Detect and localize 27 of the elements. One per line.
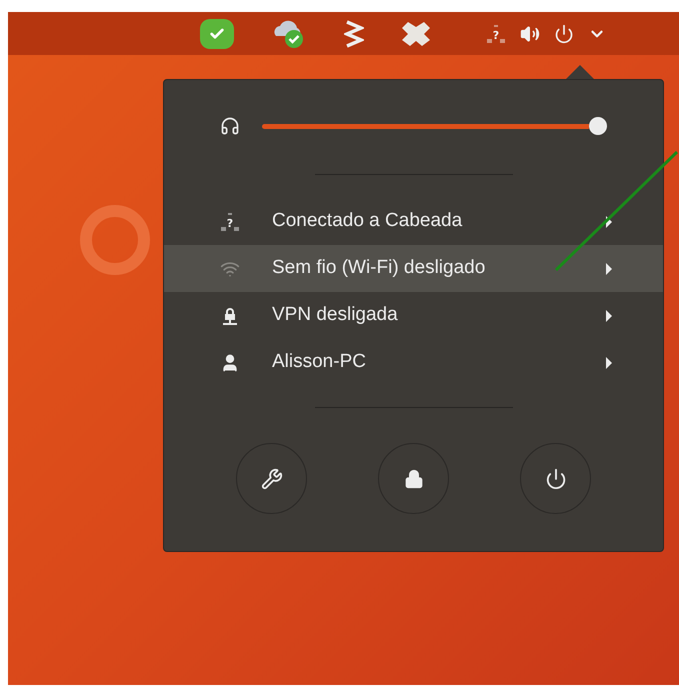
menu-item-label: Sem fio (Wi-Fi) desligado <box>272 256 486 280</box>
package-icon <box>400 20 432 48</box>
volume-icon[interactable] <box>520 24 540 44</box>
submenu-arrow-icon <box>605 216 613 228</box>
headphones-icon <box>220 116 240 136</box>
submenu-arrow-icon <box>605 356 613 368</box>
menu-item[interactable]: Alisson-PC <box>164 339 663 386</box>
volume-slider[interactable] <box>262 117 607 135</box>
wallpaper-ring <box>80 205 150 275</box>
power-button[interactable] <box>520 443 591 514</box>
submenu-arrow-icon <box>605 310 613 322</box>
menu-item[interactable]: VPN desligada <box>164 292 663 339</box>
power-icon[interactable] <box>554 24 574 44</box>
vpn-lock-icon <box>220 306 240 326</box>
settings-icon <box>260 468 282 490</box>
zigzag-icon <box>344 18 364 48</box>
chat-check-icon <box>200 18 234 48</box>
lock-icon <box>404 468 424 488</box>
menu-item-label: Alisson-PC <box>272 350 367 374</box>
power-icon <box>544 468 566 490</box>
lock-button[interactable] <box>378 443 449 514</box>
settings-button[interactable] <box>236 443 307 514</box>
menu-item[interactable]: ? Conectado a Cabeada <box>164 198 663 245</box>
slider-thumb[interactable] <box>589 117 607 135</box>
submenu-arrow-icon <box>605 262 613 274</box>
menu-item-label: Conectado a Cabeada <box>272 209 464 234</box>
menu-item-label: VPN desligada <box>272 303 399 328</box>
